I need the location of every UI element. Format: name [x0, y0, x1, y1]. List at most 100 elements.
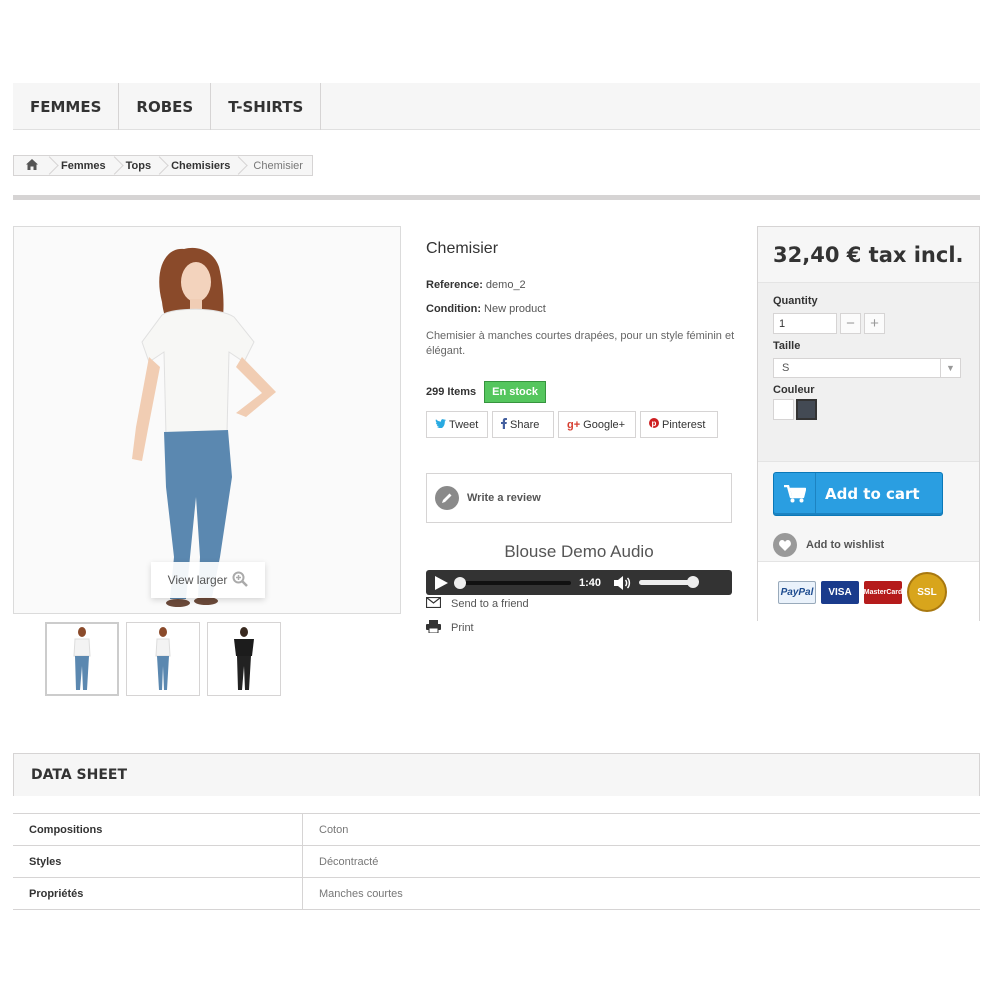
send-to-friend-label: Send to a friend	[451, 598, 529, 610]
google-plus-button[interactable]: g+ Google+	[558, 411, 636, 438]
product-title: Chemisier	[426, 240, 499, 257]
audio-title: Blouse Demo Audio	[504, 542, 654, 561]
top-nav: FEMMES ROBES T-SHIRTS	[13, 83, 980, 130]
thumbnail-1[interactable]	[45, 622, 119, 696]
reference-line: Reference: demo_2	[426, 279, 526, 291]
volume-slider[interactable]	[639, 576, 699, 588]
add-to-cart-label: Add to cart	[825, 485, 920, 503]
size-select[interactable]: S ▼	[773, 358, 961, 378]
color-swatches	[773, 399, 964, 420]
condition-value: New product	[484, 303, 546, 315]
tweet-label: Tweet	[449, 418, 479, 431]
write-review-button[interactable]: Write a review	[426, 473, 732, 523]
ssl-badge: SSL	[907, 572, 947, 612]
breadcrumb-current: Chemisier	[253, 159, 303, 172]
envelope-icon	[425, 596, 442, 611]
send-to-friend-link[interactable]: Send to a friend	[425, 596, 529, 611]
buy-box: 32,40 € tax incl. Quantity 1 − + Taille …	[757, 226, 980, 622]
mastercard-logo: MasterCard	[864, 580, 902, 604]
price-area: 32,40 € tax incl.	[758, 227, 979, 283]
divider	[13, 195, 980, 200]
quantity-input[interactable]: 1	[773, 313, 837, 334]
home-icon	[26, 158, 38, 173]
product-options: Quantity 1 − + Taille S ▼ Couleur	[758, 283, 979, 461]
google-plus-label: Google+	[583, 418, 626, 431]
add-to-cart-button[interactable]: Add to cart	[773, 472, 943, 516]
audio-progress-bar[interactable]	[454, 576, 571, 589]
color-label: Couleur	[773, 384, 815, 396]
condition-label: Condition:	[426, 303, 481, 315]
datasheet-table: Compositions Coton Styles Décontracté Pr…	[13, 813, 980, 910]
view-larger-button[interactable]: View larger	[151, 562, 265, 598]
audio-player: 1:40	[426, 570, 732, 595]
play-icon[interactable]	[434, 575, 448, 590]
thumbnail-3[interactable]	[207, 622, 281, 696]
audio-time: 1:40	[579, 576, 602, 589]
stock-line: 299 Items En stock	[426, 381, 547, 403]
nav-item-femmes[interactable]: FEMMES	[13, 83, 120, 130]
volume-icon[interactable]	[613, 575, 631, 591]
stock-badge: En stock	[484, 381, 547, 403]
tweet-button[interactable]: Tweet	[426, 411, 488, 438]
minus-button[interactable]: −	[840, 313, 861, 334]
datasheet-value: Manches courtes	[319, 887, 403, 900]
datasheet-key: Propriétés	[13, 878, 303, 909]
datasheet-title: DATA SHEET	[13, 753, 980, 796]
breadcrumb-chemisiers[interactable]: Chemisiers	[160, 156, 239, 175]
write-review-label: Write a review	[467, 492, 541, 504]
paypal-logo: PayPal	[778, 580, 816, 604]
pinterest-icon: p	[649, 418, 659, 431]
print-link[interactable]: Print	[426, 620, 474, 636]
product-description: Chemisier à manches courtes drapées, pou…	[426, 330, 735, 357]
print-label: Print	[451, 622, 474, 634]
heart-icon	[773, 533, 797, 557]
plus-button[interactable]: +	[864, 313, 885, 334]
plus-icon: +	[870, 315, 879, 332]
breadcrumb: Femmes Tops Chemisiers Chemisier	[13, 155, 313, 176]
share-button[interactable]: Share	[492, 411, 554, 438]
condition-line: Condition: New product	[426, 303, 546, 315]
add-to-wishlist-link[interactable]: Add to wishlist	[773, 533, 964, 557]
payment-logos: PayPal VISA MasterCard SSL	[758, 561, 979, 622]
datasheet-key: Compositions	[13, 814, 303, 845]
thumbnail-list	[45, 622, 281, 696]
visa-logo: VISA	[821, 580, 859, 604]
social-buttons: Tweet Share g+ Google+ p Pinterest	[426, 411, 718, 438]
share-label: Share	[510, 418, 540, 431]
zoom-icon	[232, 571, 249, 590]
breadcrumb-home[interactable]	[14, 156, 50, 175]
table-row: Compositions Coton	[13, 814, 980, 846]
volume-knob[interactable]	[687, 576, 699, 588]
color-swatch-dark[interactable]	[796, 399, 817, 420]
progress-knob[interactable]	[454, 576, 466, 589]
twitter-icon	[435, 418, 446, 431]
wishlist-label: Add to wishlist	[806, 539, 885, 551]
datasheet-value: Décontracté	[319, 855, 379, 868]
chevron-down-icon: ▼	[940, 359, 960, 377]
pinterest-label: Pinterest	[662, 418, 706, 431]
facebook-icon	[501, 417, 507, 432]
nav-item-tshirts[interactable]: T-SHIRTS	[211, 83, 322, 130]
datasheet-value: Coton	[319, 823, 349, 836]
pencil-icon	[435, 486, 459, 510]
breadcrumb-femmes[interactable]: Femmes	[50, 156, 115, 175]
datasheet-key: Styles	[13, 846, 303, 877]
item-count: 299 Items	[426, 386, 477, 398]
model-figure	[132, 247, 276, 607]
table-row: Propriétés Manches courtes	[13, 878, 980, 910]
thumbnail-2[interactable]	[126, 622, 200, 696]
svg-text:p: p	[652, 419, 657, 428]
reference-value: demo_2	[485, 279, 526, 291]
table-row: Styles Décontracté	[13, 846, 980, 878]
price: 32,40 € tax incl.	[773, 242, 964, 267]
product-image[interactable]: View larger	[13, 226, 401, 614]
reference-label: Reference:	[426, 279, 483, 291]
size-value: S	[782, 362, 790, 374]
printer-icon	[426, 620, 441, 636]
color-swatch-white[interactable]	[773, 399, 794, 420]
pinterest-button[interactable]: p Pinterest	[640, 411, 718, 438]
nav-item-robes[interactable]: ROBES	[119, 83, 212, 130]
quantity-label: Quantity	[773, 295, 818, 307]
cart-icon	[774, 473, 816, 515]
cart-area: Add to cart Add to wishlist	[758, 461, 979, 561]
